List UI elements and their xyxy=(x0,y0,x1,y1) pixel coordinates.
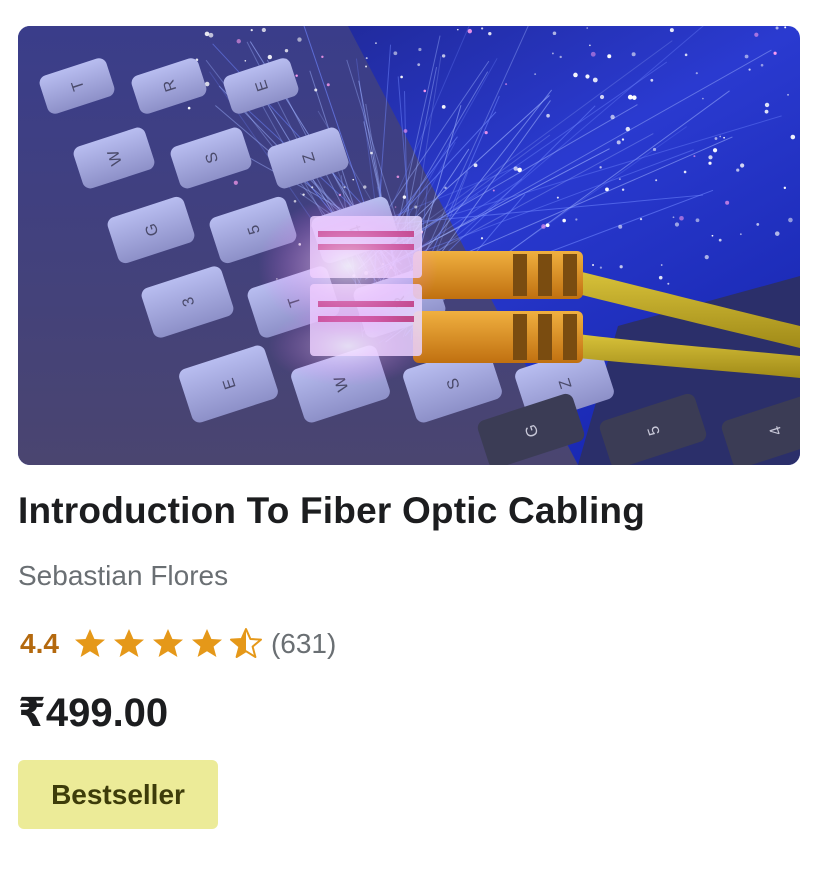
thumbnail-illustration: TREWSZG543TREWSZG54 xyxy=(18,26,800,465)
star-full-icon xyxy=(152,629,183,657)
course-price: ₹499.00 xyxy=(18,691,169,735)
star-full-icon xyxy=(113,629,144,657)
star-full-icon xyxy=(74,629,105,657)
star-full-icon xyxy=(191,629,222,657)
course-title[interactable]: Introduction To Fiber Optic Cabling xyxy=(18,490,645,532)
star-half-icon xyxy=(229,628,262,658)
course-thumbnail-image[interactable]: TREWSZG543TREWSZG54 xyxy=(18,26,800,465)
bestseller-badge: Bestseller xyxy=(18,760,218,829)
review-count: (631) xyxy=(270,628,337,659)
star-rating xyxy=(73,627,263,661)
course-card[interactable]: TREWSZG543TREWSZG54 xyxy=(0,0,816,876)
rating-value: 4.4 xyxy=(20,628,59,659)
instructor-name: Sebastian Flores xyxy=(18,560,229,591)
rating-row: 4.4 (631) xyxy=(20,622,336,666)
